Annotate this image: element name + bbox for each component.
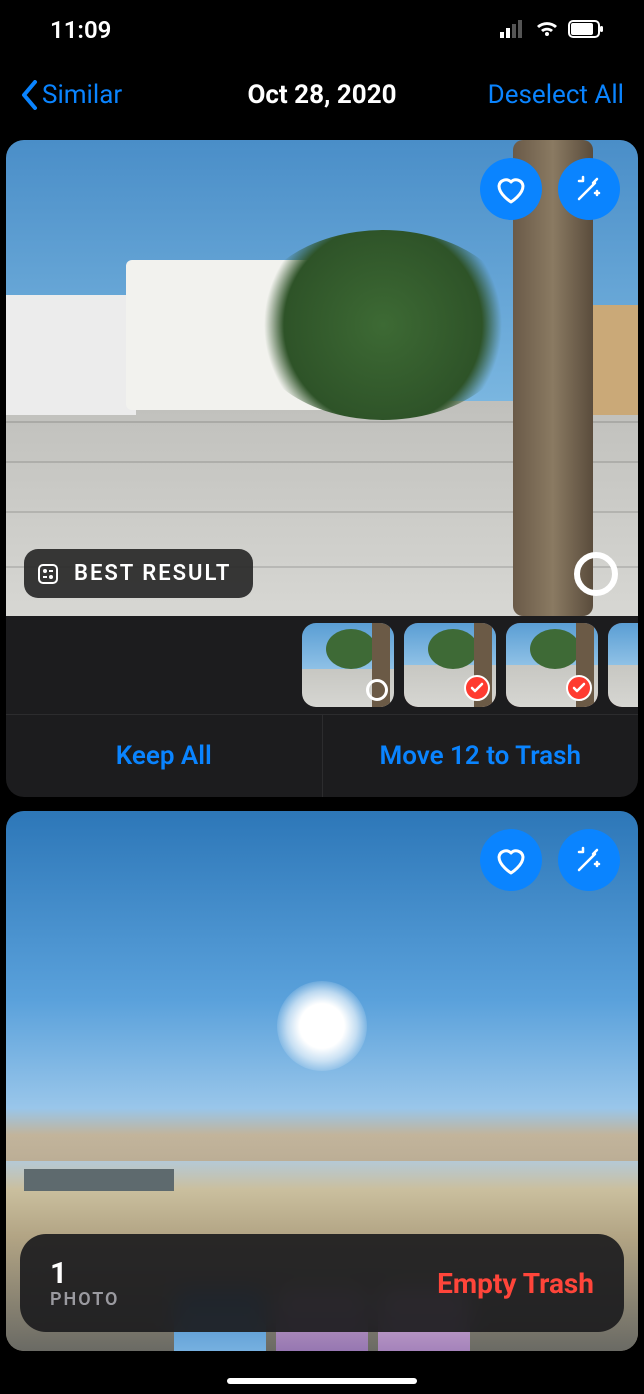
back-button[interactable]: Similar	[20, 80, 122, 110]
trash-bar[interactable]: 1 PHOTO Empty Trash	[20, 1234, 624, 1332]
selected-check-icon[interactable]	[464, 675, 490, 701]
home-indicator[interactable]	[227, 1378, 417, 1384]
trash-unit-label: PHOTO	[50, 1290, 119, 1310]
deselect-all-button[interactable]: Deselect All	[488, 80, 624, 110]
selected-check-icon[interactable]	[566, 675, 592, 701]
thumbnail[interactable]	[302, 623, 394, 707]
move-to-trash-button[interactable]: Move 12 to Trash	[322, 715, 639, 797]
best-result-label: BEST RESULT	[74, 561, 231, 586]
heart-icon	[495, 174, 527, 204]
thumbnail[interactable]	[608, 623, 638, 707]
keep-all-button[interactable]: Keep All	[6, 715, 322, 797]
best-result-badge[interactable]: BEST RESULT	[24, 549, 253, 598]
battery-icon	[568, 16, 604, 44]
action-row: Keep All Move 12 to Trash	[6, 714, 638, 797]
cellular-icon	[500, 16, 526, 44]
nav-bar: Similar Oct 28, 2020 Deselect All	[0, 60, 644, 130]
page-title: Oct 28, 2020	[247, 80, 396, 110]
trash-count: 1	[50, 1257, 119, 1290]
enhance-button[interactable]	[558, 158, 620, 220]
select-toggle[interactable]	[366, 679, 388, 701]
magic-wand-icon	[573, 173, 605, 205]
favorite-button[interactable]	[480, 829, 542, 891]
favorite-button[interactable]	[480, 158, 542, 220]
empty-trash-button[interactable]: Empty Trash	[437, 1267, 594, 1300]
thumbnail[interactable]	[404, 623, 496, 707]
thumbnail-strip[interactable]	[6, 616, 638, 714]
thumbnail[interactable]	[506, 623, 598, 707]
enhance-button[interactable]	[558, 829, 620, 891]
status-bar: 11:09	[0, 0, 644, 60]
back-label: Similar	[42, 80, 122, 110]
status-time: 11:09	[50, 16, 111, 44]
wifi-icon	[534, 16, 560, 44]
main-photo[interactable]: BEST RESULT	[6, 140, 638, 616]
chevron-left-icon	[20, 80, 38, 110]
magic-wand-icon	[573, 844, 605, 876]
similar-group-card: BEST RESULT Keep All Move 12 to Trash	[6, 140, 638, 797]
select-toggle[interactable]	[574, 552, 618, 596]
heart-icon	[495, 845, 527, 875]
sliders-icon	[38, 564, 58, 584]
status-indicators	[500, 16, 604, 44]
